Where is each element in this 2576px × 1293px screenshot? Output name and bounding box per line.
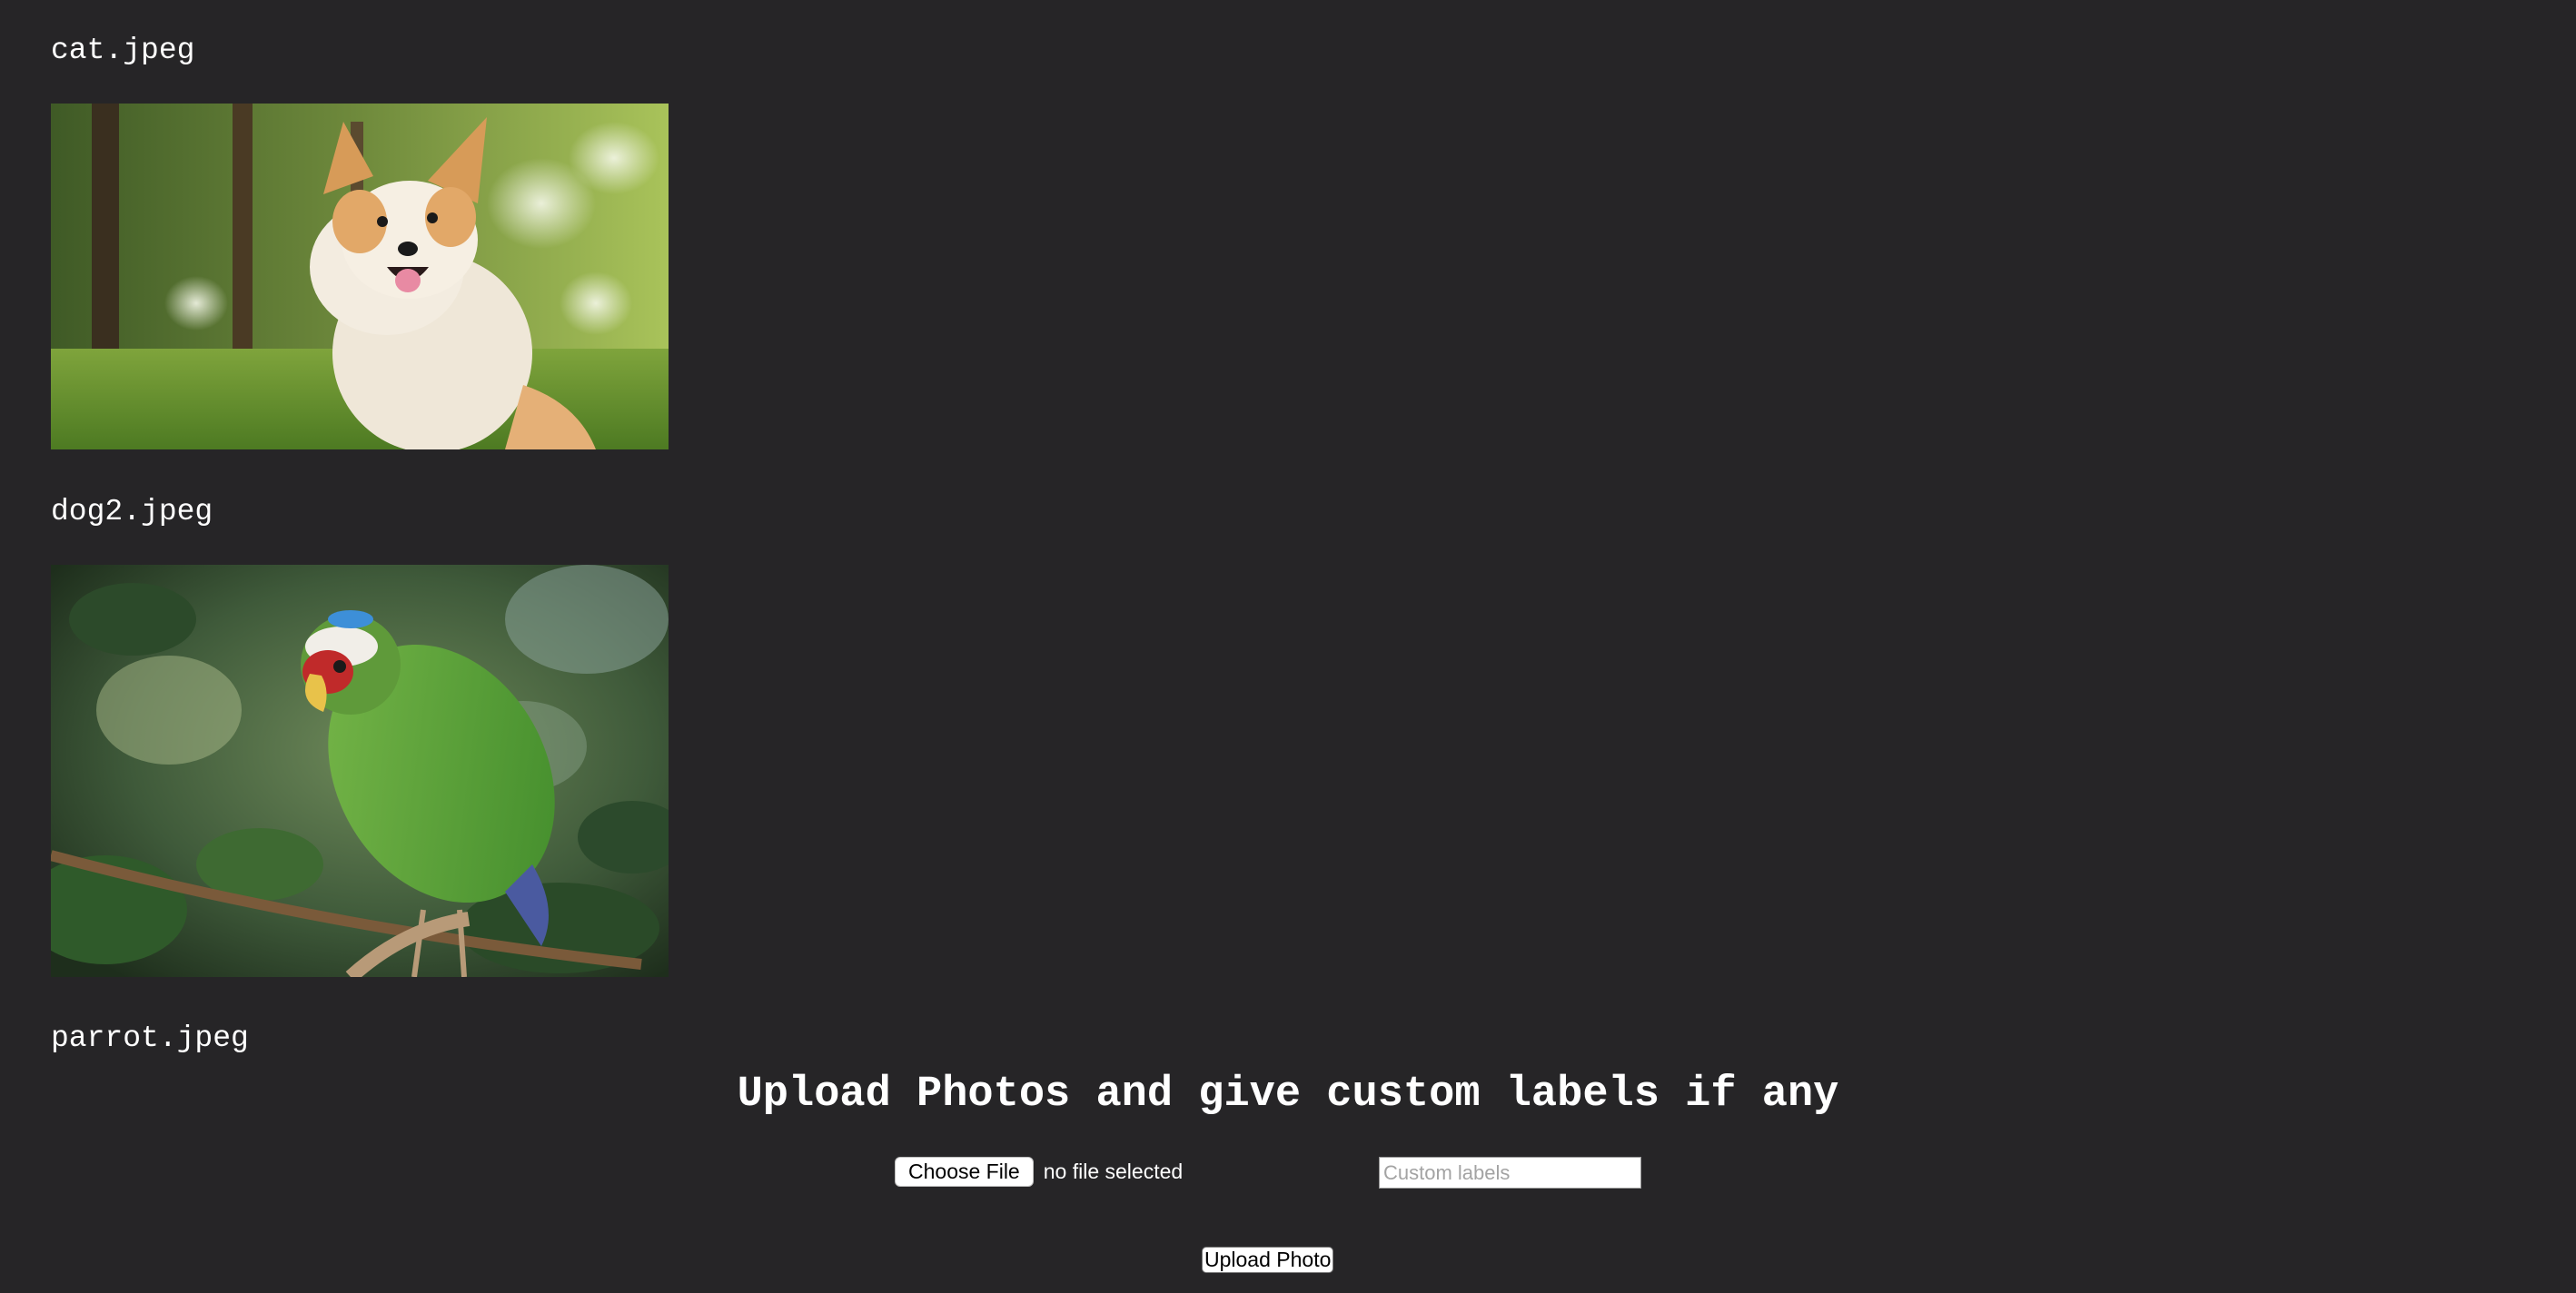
photo-caption: dog2.jpeg xyxy=(51,495,213,528)
corgi-image xyxy=(51,104,669,449)
photo-caption: parrot.jpeg xyxy=(51,1022,249,1055)
upload-photo-button[interactable]: Upload Photo xyxy=(1202,1247,1334,1273)
parrot-image xyxy=(51,565,669,977)
custom-labels-input[interactable] xyxy=(1379,1157,1641,1189)
file-status-text: no file selected xyxy=(1043,1160,1184,1183)
photo-upload-page: cat.jpeg dog2.jpeg parrot.jpeg Upload Ph… xyxy=(0,0,2576,1293)
file-picker[interactable]: Choose File no file selected xyxy=(895,1157,1183,1187)
photo-caption: cat.jpeg xyxy=(51,34,195,67)
corgi-photo xyxy=(51,104,669,449)
choose-file-button[interactable]: Choose File xyxy=(895,1157,1034,1187)
parrot-photo xyxy=(51,565,669,977)
upload-heading: Upload Photos and give custom labels if … xyxy=(737,1071,1839,1119)
